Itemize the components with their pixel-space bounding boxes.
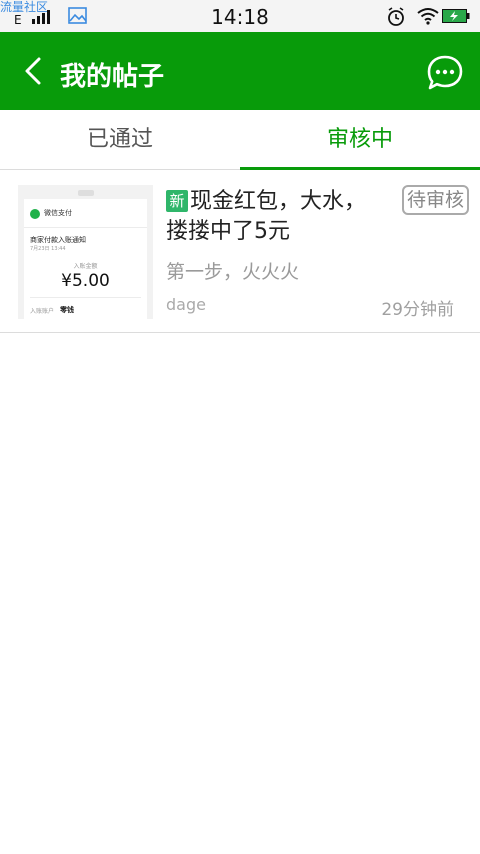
app-header: 我的帖子 [0,32,480,110]
post-title: 新现金红包，大水，搂搂中了5元 [166,187,366,247]
chat-bubble-icon[interactable] [426,54,464,92]
post-thumbnail: 微信支付 商家付款入账通知 7月23日 13:44 入账金额 ¥5.00 入账账… [18,185,153,319]
thumbnail-amount: ¥5.00 [61,271,110,291]
page-title: 我的帖子 [60,62,165,92]
clock: 14:18 [211,5,269,29]
divider [30,297,141,298]
post-list-item[interactable]: 微信支付 商家付款入账通知 7月23日 13:44 入账金额 ¥5.00 入账账… [0,171,480,333]
divider [24,227,147,228]
wifi-icon [417,8,439,25]
post-timestamp: 29分钟前 [381,300,454,320]
active-tab-indicator [240,167,480,170]
tab-under-review[interactable]: 审核中 [240,110,480,170]
tab-bar: 已通过 审核中 [0,110,480,170]
thumbnail-pay-label: 微信支付 [44,209,72,217]
wechat-pay-icon [30,209,40,219]
post-summary: 第一步，火火火 [166,261,300,283]
thumbnail-account-label: 入账账户 [30,308,55,315]
status-bar: 流量社区 E 14:18 [0,0,480,32]
battery-icon [442,9,470,23]
status-badge: 待审核 [402,185,470,215]
tab-approved[interactable]: 已通过 [0,110,240,170]
alarm-icon [388,7,404,26]
thumbnail-notice: 商家付款入账通知 [30,236,86,244]
payment-screenshot: 微信支付 商家付款入账通知 7月23日 13:44 入账金额 ¥5.00 入账账… [24,199,147,319]
thumbnail-notch [78,190,94,196]
thumbnail-amount-label: 入账金额 [73,263,98,270]
new-badge: 新 [166,190,188,212]
post-title-text: 现金红包，大水，搂搂中了5元 [166,189,367,244]
thumbnail-date: 7月23日 13:44 [30,246,66,252]
thumbnail-account-value: 零钱 [60,306,74,314]
back-arrow-icon[interactable] [18,54,52,88]
post-author: dage [166,295,206,314]
